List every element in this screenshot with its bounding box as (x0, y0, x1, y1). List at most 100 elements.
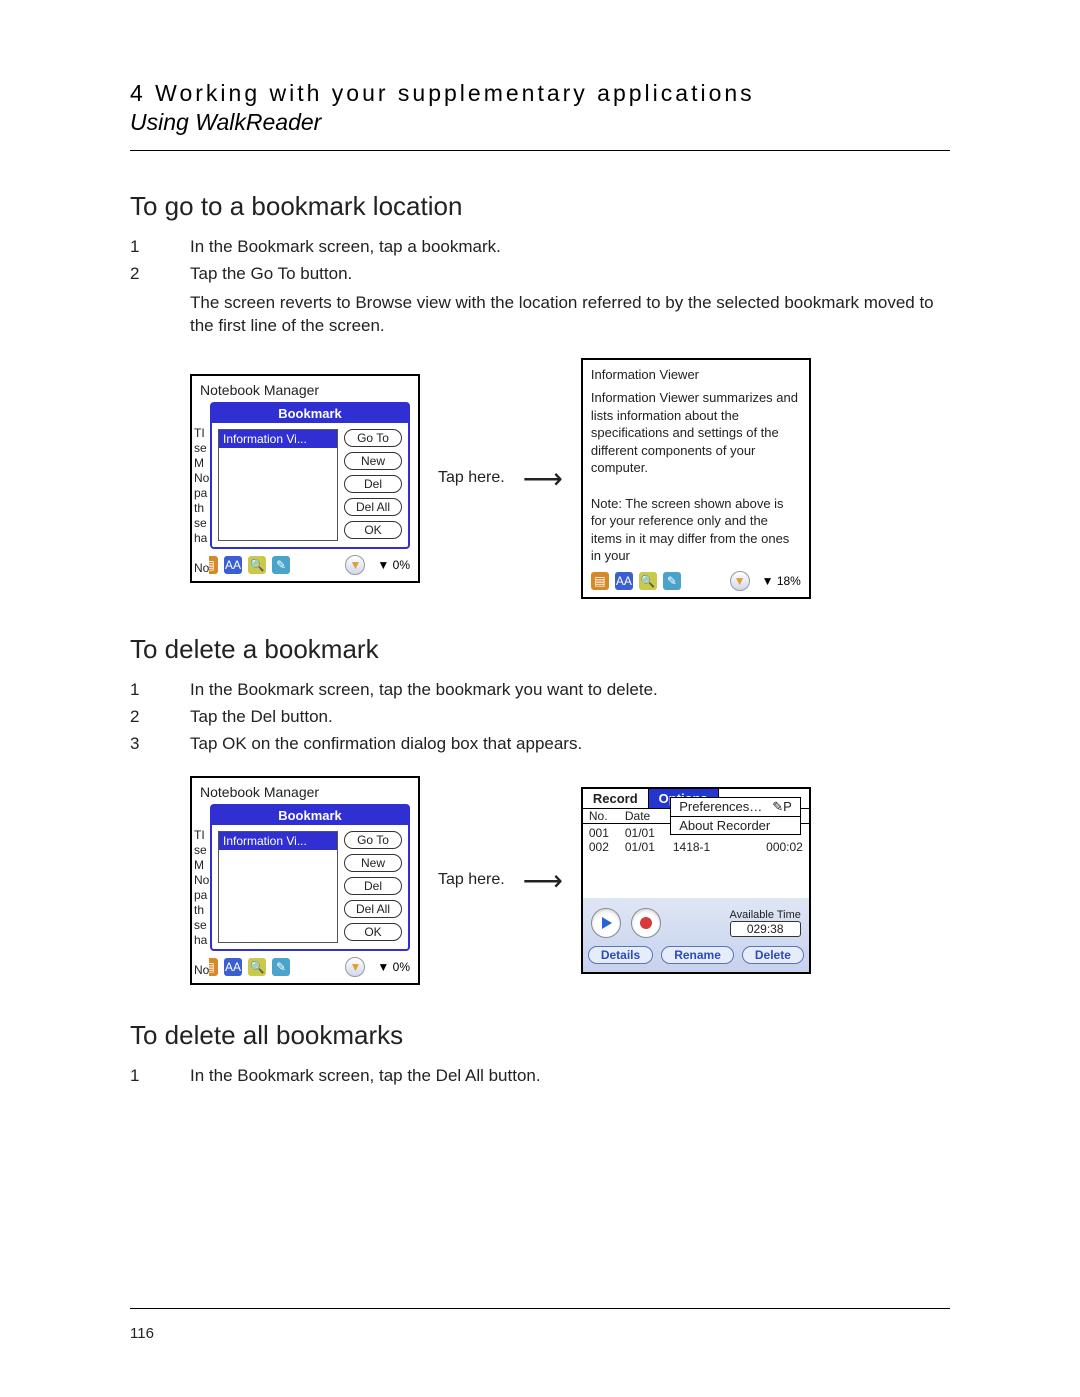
play-icon (602, 917, 612, 929)
browse-note: Note: The screen shown above is for your… (591, 495, 801, 565)
dropdown-label: Preferences… (679, 799, 762, 815)
step-text: Tap OK on the confirmation dialog box th… (190, 733, 582, 756)
search-icon[interactable]: 🔍 (248, 958, 266, 976)
result-text: The screen reverts to Browse view with t… (190, 292, 950, 338)
bookmark-list[interactable]: Information Vi... (218, 831, 338, 943)
doc-icon[interactable]: ▤ (591, 572, 609, 590)
step: 2Tap the Del button. (130, 706, 950, 729)
nav-down-icon[interactable]: ▼ (345, 957, 365, 977)
available-time-value: 029:38 (730, 921, 801, 937)
figure-row-delete: Notebook Manager TI se M No pa th se ha … (190, 776, 950, 985)
running-head-section: Using WalkReader (130, 109, 950, 136)
bookmark-item-selected[interactable]: Information Vi... (219, 832, 337, 850)
browse-title: Information Viewer (591, 366, 801, 384)
goto-button[interactable]: Go To (344, 831, 402, 849)
col-no: No. (589, 809, 617, 823)
options-dropdown: Preferences… ✎P About Recorder (670, 797, 801, 835)
new-button[interactable]: New (344, 854, 402, 872)
del-button[interactable]: Del (344, 475, 402, 493)
delete-button[interactable]: Delete (742, 946, 804, 964)
ok-button[interactable]: OK (344, 923, 402, 941)
app-title: Notebook Manager (200, 784, 410, 800)
dropdown-shortcut: ✎P (772, 799, 792, 815)
menu-record[interactable]: Record (583, 789, 649, 808)
cell-no: 001 (589, 826, 617, 840)
clipped-background-text: TI se M No pa th se ha No (194, 426, 209, 576)
del-button[interactable]: Del (344, 877, 402, 895)
cell-dur: 000:02 (766, 840, 803, 854)
pen-icon[interactable]: ✎ (272, 556, 290, 574)
font-aa-icon[interactable]: AA (224, 556, 242, 574)
step-text: In the Bookmark screen, tap the bookmark… (190, 679, 658, 702)
step: 1In the Bookmark screen, tap the bookmar… (130, 679, 950, 702)
ok-button[interactable]: OK (344, 521, 402, 539)
delall-button[interactable]: Del All (344, 498, 402, 516)
goto-button[interactable]: Go To (344, 429, 402, 447)
zoom-value: 0% (393, 960, 410, 974)
pen-icon[interactable]: ✎ (663, 572, 681, 590)
dropdown-label: About Recorder (679, 818, 770, 833)
step: 3Tap OK on the confirmation dialog box t… (130, 733, 950, 756)
page-number: 116 (130, 1325, 154, 1342)
arrow-right-icon: ⟶ (523, 462, 563, 495)
zoom-dropdown[interactable]: ▼ 18% (762, 574, 801, 588)
font-aa-icon[interactable]: AA (224, 958, 242, 976)
nav-down-icon[interactable]: ▼ (345, 555, 365, 575)
bookmark-buttons: Go To New Del Del All OK (344, 429, 402, 541)
recorder-controls: Available Time 029:38 Details Rename Del… (583, 898, 809, 972)
chevron-down-icon: ▼ (377, 558, 389, 572)
recorder-rows: 001 01/01 002 01/01 1418-1 000:02 (583, 824, 809, 898)
app-title: Notebook Manager (200, 382, 410, 398)
step-text: In the Bookmark screen, tap a bookmark. (190, 236, 501, 259)
cell-date: 01/01 (625, 826, 665, 840)
manual-page: 4 Working with your supplementary applic… (0, 0, 1080, 1397)
bookmark-screen: Notebook Manager TI se M No pa th se ha … (190, 374, 420, 583)
record-button[interactable] (631, 908, 661, 938)
callout-tap-here: Tap here. (438, 871, 505, 889)
step: 1In the Bookmark screen, tap the Del All… (130, 1065, 950, 1088)
step-text: Tap the Del button. (190, 706, 333, 729)
pen-icon[interactable]: ✎ (272, 958, 290, 976)
font-aa-icon[interactable]: AA (615, 572, 633, 590)
bookmark-dialog-title: Bookmark (212, 404, 408, 423)
section-delete-title: To delete a bookmark (130, 634, 950, 665)
cell-date: 01/01 (625, 840, 665, 854)
bookmark-item-selected[interactable]: Information Vi... (219, 430, 337, 448)
running-head-chapter: 4 Working with your supplementary applic… (130, 80, 950, 107)
new-button[interactable]: New (344, 452, 402, 470)
section-deleteall-title: To delete all bookmarks (130, 1020, 950, 1051)
chevron-down-icon: ▼ (377, 960, 389, 974)
footer-rule (130, 1308, 950, 1309)
toolbar: ▤ AA 🔍 ✎ ▼ ▼ 0% (200, 555, 410, 575)
dropdown-about[interactable]: About Recorder (671, 817, 800, 834)
recorder-row[interactable]: 002 01/01 1418-1 000:02 (589, 840, 803, 854)
zoom-dropdown[interactable]: ▼ 0% (377, 558, 410, 572)
dropdown-preferences[interactable]: Preferences… ✎P (671, 798, 800, 817)
nav-down-icon[interactable]: ▼ (730, 571, 750, 591)
col-date: Date (625, 809, 650, 823)
zoom-value: 0% (393, 558, 410, 572)
zoom-value: 18% (777, 574, 801, 588)
callout-tap-here: Tap here. (438, 469, 505, 487)
recorder-screen: Record Options Preferences… ✎P About Rec… (581, 787, 811, 974)
search-icon[interactable]: 🔍 (639, 572, 657, 590)
zoom-dropdown[interactable]: ▼ 0% (377, 960, 410, 974)
details-button[interactable]: Details (588, 946, 653, 964)
toolbar: ▤ AA 🔍 ✎ ▼ ▼ 0% (200, 957, 410, 977)
cell-no: 002 (589, 840, 617, 854)
bookmark-buttons: Go To New Del Del All OK (344, 831, 402, 943)
play-button[interactable] (591, 908, 621, 938)
bookmark-screen: Notebook Manager TI se M No pa th se ha … (190, 776, 420, 985)
search-icon[interactable]: 🔍 (248, 556, 266, 574)
figure-row-goto: Notebook Manager TI se M No pa th se ha … (190, 358, 950, 599)
bookmark-list[interactable]: Information Vi... (218, 429, 338, 541)
clipped-background-text: TI se M No pa th se ha No (194, 828, 209, 978)
delall-button[interactable]: Del All (344, 900, 402, 918)
browse-screen: Information Viewer Information Viewer su… (581, 358, 811, 599)
rename-button[interactable]: Rename (661, 946, 734, 964)
available-time-label: Available Time (730, 909, 801, 921)
section-goto-title: To go to a bookmark location (130, 191, 950, 222)
bookmark-dialog-title: Bookmark (212, 806, 408, 825)
header-rule (130, 150, 950, 151)
toolbar: ▤ AA 🔍 ✎ ▼ ▼ 18% (591, 571, 801, 591)
